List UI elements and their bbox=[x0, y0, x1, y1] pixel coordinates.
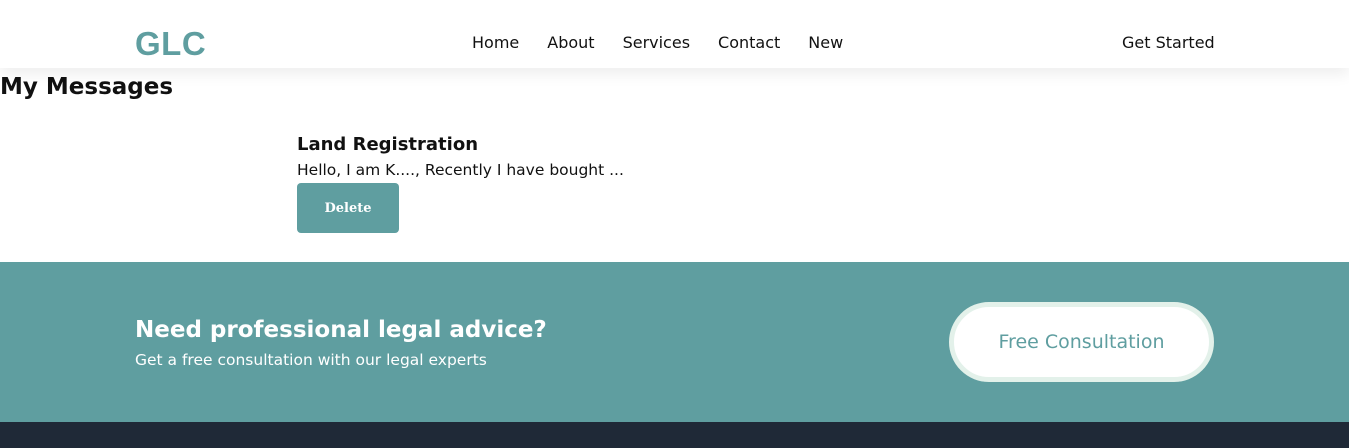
nav-link-services[interactable]: Services bbox=[609, 33, 704, 53]
site-logo[interactable]: GLC bbox=[135, 26, 206, 62]
consultation-banner: Need professional legal advice? Get a fr… bbox=[0, 262, 1349, 422]
nav-link-about[interactable]: About bbox=[533, 33, 608, 53]
top-navbar: GLC Home About Services Contact New Get … bbox=[0, 0, 1349, 68]
banner-heading: Need professional legal advice? bbox=[135, 317, 547, 343]
message-card: Land Registration Hello, I am K...., Rec… bbox=[297, 133, 717, 233]
nav-link-new[interactable]: New bbox=[794, 33, 857, 53]
message-subject: Land Registration bbox=[297, 134, 479, 155]
banner-subtext: Get a free consultation with our legal e… bbox=[135, 351, 487, 369]
page-title: My Messages bbox=[0, 74, 174, 100]
nav-link-contact[interactable]: Contact bbox=[704, 33, 794, 53]
main-nav: Home About Services Contact New bbox=[458, 33, 857, 53]
get-started-link[interactable]: Get Started bbox=[1122, 33, 1215, 53]
free-consultation-button[interactable]: Free Consultation bbox=[949, 302, 1214, 382]
nav-link-home[interactable]: Home bbox=[458, 33, 533, 53]
delete-message-button[interactable]: Delete bbox=[297, 183, 399, 233]
message-preview: Hello, I am K...., Recently I have bough… bbox=[297, 161, 624, 179]
footer bbox=[0, 422, 1349, 448]
